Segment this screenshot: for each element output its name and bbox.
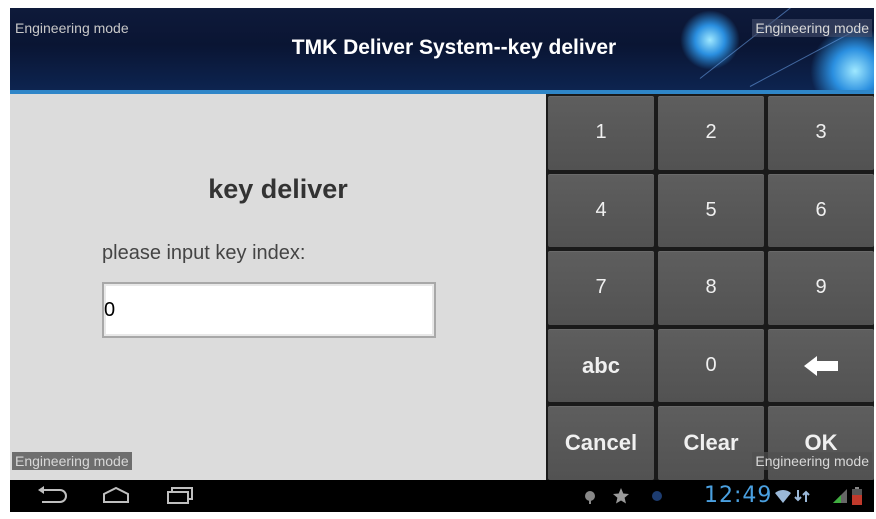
key-3-button[interactable]: 3: [768, 96, 874, 170]
star-icon: [612, 487, 630, 510]
notification-dot-icon: [650, 488, 664, 509]
form-heading: key deliver: [208, 174, 348, 204]
engineering-mode-badge: Engineering mode: [15, 20, 129, 36]
backspace-button[interactable]: [768, 328, 874, 403]
wifi-icon: [774, 488, 792, 509]
recent-apps-icon[interactable]: [164, 486, 196, 509]
clear-button[interactable]: Clear: [658, 406, 764, 480]
key-1-button[interactable]: 1: [548, 96, 654, 170]
title-bar: TMK Deliver System--key deliver Engineer…: [10, 8, 874, 90]
signal-icon: [832, 488, 848, 509]
data-transfer-icon: [794, 488, 810, 509]
key-9-button[interactable]: 9: [768, 251, 874, 325]
backspace-icon: [804, 355, 838, 376]
numeric-keypad: 1 2 3 4 5 6 7 8 9 abc 0 Cancel Clear OK: [546, 94, 874, 480]
app-window: TMK Deliver System--key deliver Engineer…: [10, 8, 874, 512]
system-nav-bar: 12:49: [10, 480, 874, 512]
engineering-mode-badge: Engineering mode: [752, 19, 872, 37]
key-7-button[interactable]: 7: [548, 251, 654, 325]
status-clock: 12:49: [704, 483, 773, 508]
engineering-mode-badge: Engineering mode: [12, 452, 132, 470]
battery-icon: [852, 487, 862, 510]
key-0-button[interactable]: 0: [658, 328, 764, 403]
page-title: TMK Deliver System--key deliver: [291, 36, 617, 59]
home-icon[interactable]: [100, 486, 132, 509]
key-2-button[interactable]: 2: [658, 96, 764, 170]
key-5-button[interactable]: 5: [658, 173, 764, 248]
key-index-input[interactable]: 0: [102, 282, 436, 338]
cancel-button[interactable]: Cancel: [548, 406, 654, 480]
abc-button[interactable]: abc: [548, 328, 654, 403]
engineering-mode-badge: Engineering mode: [752, 452, 872, 470]
usb-icon: [582, 488, 598, 509]
form-panel: key deliver please input key index: 0: [10, 94, 546, 480]
key-8-button[interactable]: 8: [658, 251, 764, 325]
key-index-label: please input key index:: [102, 242, 306, 264]
back-icon[interactable]: [36, 486, 68, 509]
key-4-button[interactable]: 4: [548, 173, 654, 248]
key-6-button[interactable]: 6: [768, 173, 874, 248]
